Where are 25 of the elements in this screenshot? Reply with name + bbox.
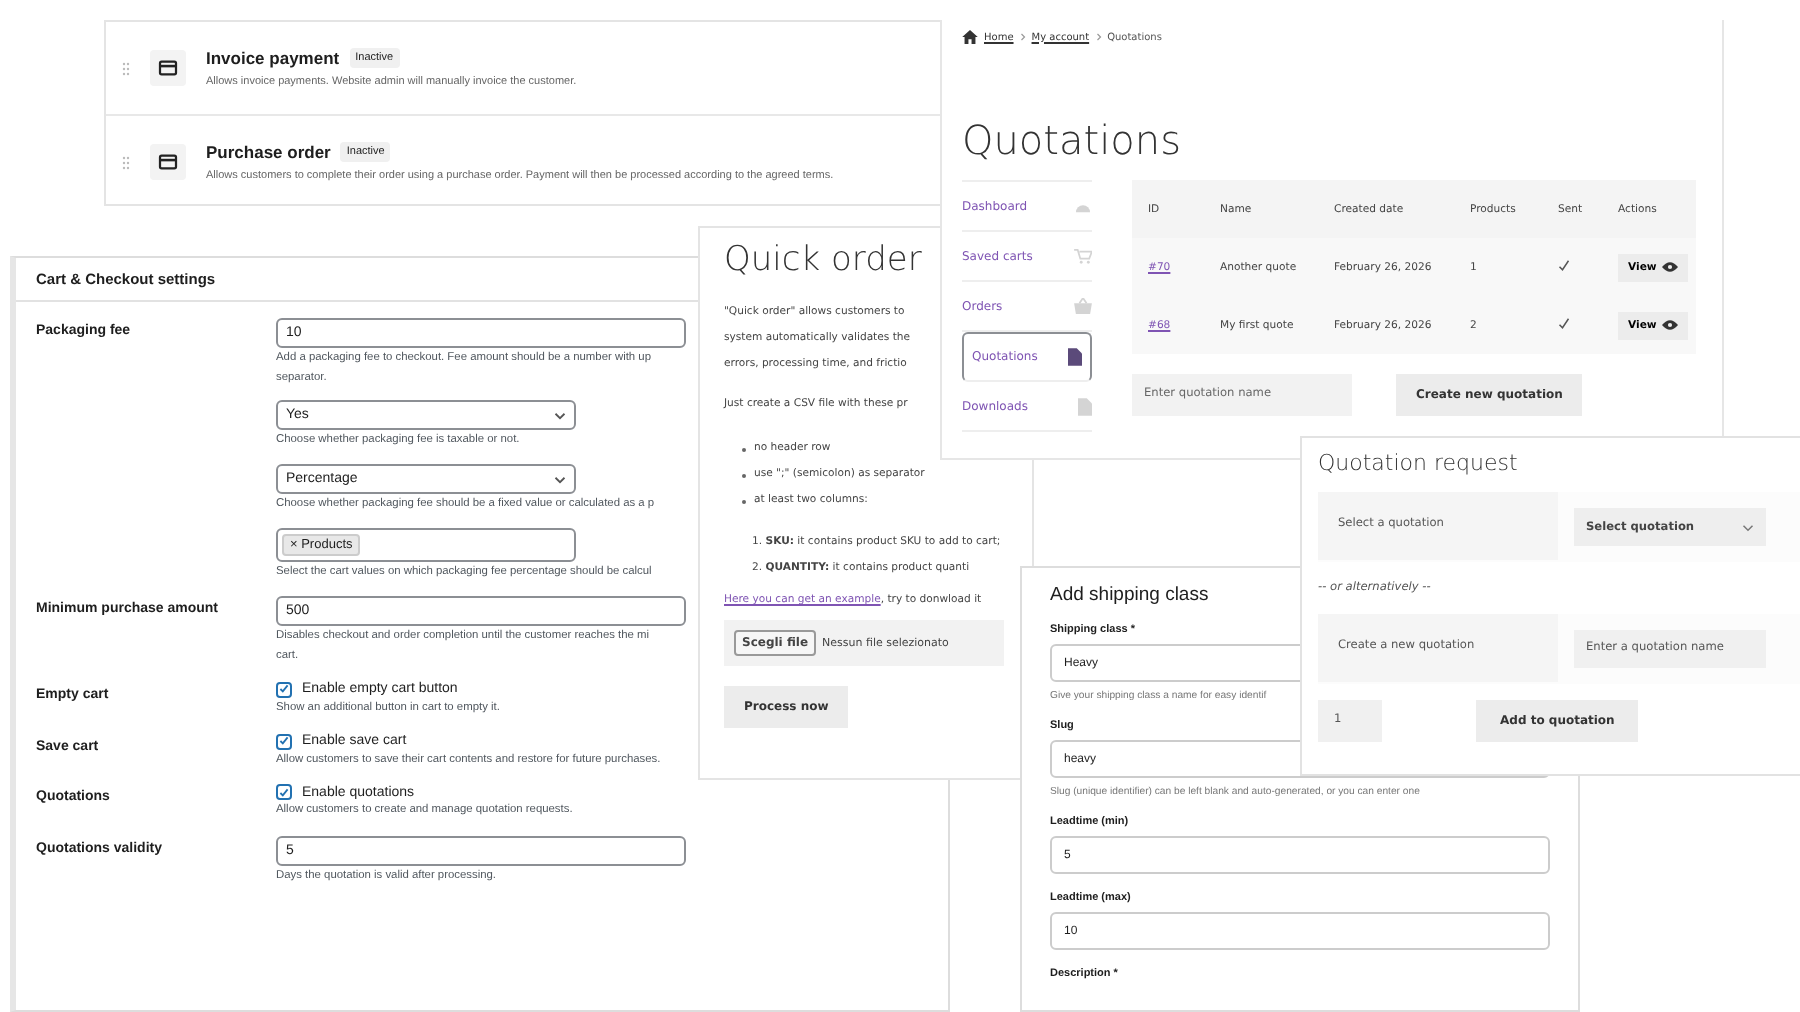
drag-handle-icon[interactable] <box>122 61 130 75</box>
chevron-icon <box>554 411 566 420</box>
gauge-icon <box>1074 199 1092 213</box>
page-title: Quotations <box>962 116 1181 164</box>
payment-method-name: Purchase order <box>206 142 331 162</box>
home-icon <box>962 30 978 44</box>
payment-method-name: Invoice payment <box>206 48 340 68</box>
cart-icon <box>1074 248 1092 264</box>
eye-icon <box>1662 262 1679 272</box>
document-icon <box>1068 348 1082 366</box>
panel-title: Add shipping class <box>1050 584 1209 606</box>
card-icon <box>150 144 186 180</box>
panel-title: Quotation request <box>1318 450 1520 476</box>
basket-icon <box>1074 298 1092 314</box>
eye-icon <box>1662 320 1679 330</box>
file-icon <box>1078 397 1092 415</box>
checkbox[interactable] <box>276 733 292 749</box>
checkbox[interactable] <box>276 681 292 698</box>
chevron-icon <box>1742 523 1754 531</box>
chevron-icon <box>1095 32 1102 42</box>
drag-handle-icon[interactable] <box>122 155 130 169</box>
chevron-icon <box>554 475 566 484</box>
card-icon <box>150 50 186 86</box>
chevron-icon <box>1019 32 1026 42</box>
checkbox[interactable] <box>276 784 292 801</box>
